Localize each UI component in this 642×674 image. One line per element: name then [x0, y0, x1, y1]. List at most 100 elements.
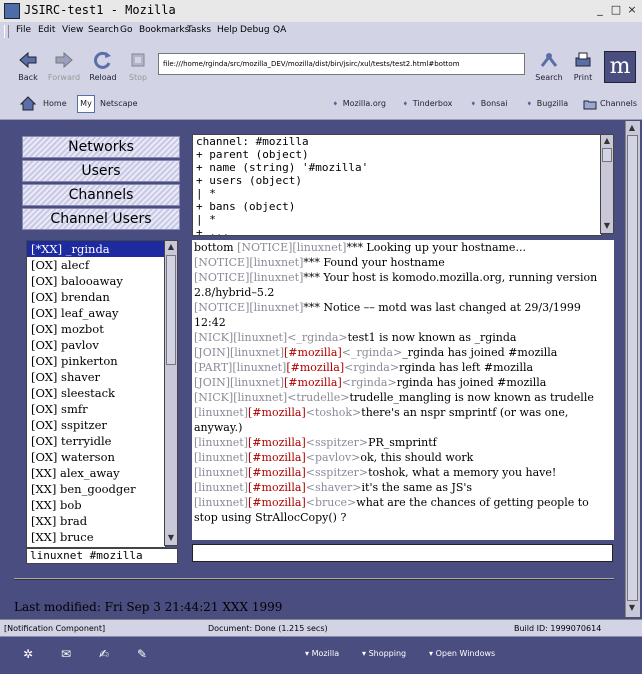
list-item[interactable]: [XX] bruce — [27, 529, 165, 545]
message-nick: <_rginda> — [287, 331, 348, 344]
message-input[interactable] — [192, 544, 613, 562]
app-icon[interactable] — [4, 3, 20, 19]
scroll-thumb[interactable] — [166, 255, 176, 365]
menu-debug[interactable]: Debug — [240, 25, 270, 35]
reload-icon — [94, 51, 111, 69]
menu-go[interactable]: Go — [120, 25, 132, 35]
message-text: rginda has left #mozilla — [399, 361, 534, 374]
scroll-thumb[interactable] — [627, 135, 638, 601]
mail-icon[interactable]: ✉ — [58, 647, 74, 661]
channels-folder[interactable]: Channels — [600, 99, 637, 108]
print-button[interactable]: Print — [566, 51, 600, 82]
message-network: [PART][linuxnet] — [194, 361, 287, 374]
menu-grip[interactable] — [4, 25, 9, 38]
list-item[interactable]: [OX] mozbot — [27, 321, 165, 337]
scroll-up-icon[interactable]: ▲ — [602, 136, 612, 146]
search-button[interactable]: Search — [532, 51, 566, 82]
message-line: [NOTICE][linuxnet]*** Found your hostnam… — [192, 255, 614, 270]
mozilla-logo[interactable]: m — [604, 51, 636, 83]
scroll-down-icon[interactable]: ▼ — [166, 533, 176, 543]
composer-icon[interactable]: ✍ — [96, 647, 112, 661]
networks-button[interactable]: Networks — [22, 136, 180, 158]
back-button[interactable]: Back — [11, 51, 45, 82]
message-channel: [#mozilla] — [248, 436, 306, 449]
message-text: it's the same as JS's — [361, 481, 473, 494]
forward-button[interactable]: Forward — [47, 51, 81, 82]
personal-toolbar: Home My Netscape ➧ Mozilla.org ➧ Tinderbox… — [0, 89, 642, 120]
taskbar-shopping[interactable]: ▾ Shopping — [362, 649, 406, 658]
scroll-up-icon[interactable]: ▲ — [166, 242, 176, 252]
stop-button[interactable]: Stop — [121, 51, 155, 82]
main-scrollbar[interactable]: ▲ ▼ — [625, 121, 640, 617]
menu-edit[interactable]: Edit — [38, 25, 55, 35]
taskbar-open-windows[interactable]: ▾ Open Windows — [429, 649, 495, 658]
list-item[interactable]: [XX] alex_away — [27, 465, 165, 481]
message-line: [linuxnet][#mozilla]<sspitzer>toshok, wh… — [192, 465, 614, 480]
list-item[interactable]: [XX] bob — [27, 497, 165, 513]
menu-help[interactable]: Help — [217, 25, 238, 35]
list-item[interactable]: [OX] shaver — [27, 369, 165, 385]
message-channel: [#mozilla] — [248, 451, 306, 464]
status-bar: [Notification Component] Document: Done … — [0, 619, 642, 637]
list-item[interactable]: [OX] sspitzer — [27, 417, 165, 433]
list-item[interactable]: [OX] alecf — [27, 257, 165, 273]
list-item[interactable]: [OX] pinkerton — [27, 353, 165, 369]
message-network: [linuxnet] — [194, 406, 249, 419]
list-item[interactable]: [OX] terryidle — [27, 433, 165, 449]
bookmark-mozilla-org[interactable]: ➧ Mozilla.org — [332, 99, 386, 108]
user-list-scrollbar[interactable]: ▲ ▼ — [164, 240, 178, 546]
menu-tasks[interactable]: Tasks — [187, 25, 211, 35]
taskbar-mozilla[interactable]: ▾ Mozilla — [305, 649, 339, 658]
list-item[interactable]: [OX] waterson — [27, 449, 165, 465]
list-item[interactable]: [OX] pavlov — [27, 337, 165, 353]
bookmark-bugzilla[interactable]: ➧ Bugzilla — [526, 99, 568, 108]
message-line: [linuxnet][#mozilla]<toshok>there's an n… — [192, 405, 614, 435]
object-inspector[interactable]: channel: #mozilla + parent (object) + name… — [192, 134, 602, 236]
channels-button[interactable]: Channels — [22, 184, 180, 206]
message-line: [JOIN][linuxnet][#mozilla]<rginda>rginda… — [192, 375, 614, 390]
list-item[interactable]: [OX] sleestack — [27, 385, 165, 401]
close-icon[interactable]: × — [626, 4, 638, 16]
menu-bookmarks[interactable]: Bookmarks — [139, 25, 189, 35]
list-item[interactable]: [*XX] _rginda — [27, 241, 165, 257]
back-arrow-icon — [19, 51, 37, 69]
scroll-thumb[interactable] — [602, 148, 612, 162]
scroll-up-icon[interactable]: ▲ — [627, 123, 637, 133]
menu-file[interactable]: File — [16, 25, 31, 35]
reload-button[interactable]: Reload — [86, 51, 120, 82]
list-item[interactable]: [XX] brad — [27, 513, 165, 529]
bookmark-tinderbox[interactable]: ➧ Tinderbox — [402, 99, 452, 108]
user-list[interactable]: [*XX] _rginda [OX] alecf [OX] balooaway [OX… — [26, 240, 166, 548]
minimize-icon[interactable]: _ — [594, 4, 606, 16]
menu-qa[interactable]: QA — [273, 25, 286, 35]
navigator-icon[interactable]: ✲ — [20, 647, 36, 661]
pencil-icon[interactable]: ✎ — [134, 647, 150, 661]
list-item[interactable]: [OX] balooaway — [27, 273, 165, 289]
maximize-icon[interactable]: □ — [610, 4, 622, 16]
bookmark-bonsai[interactable]: ➧ Bonsai — [470, 99, 507, 108]
message-nick: <toshok> — [305, 406, 362, 419]
list-item[interactable]: [OX] leaf_away — [27, 305, 165, 321]
url-field[interactable]: file:///home/rginda/src/mozilla_DEV/mozi… — [158, 53, 525, 75]
home-icon[interactable] — [20, 96, 36, 111]
menu-view[interactable]: View — [62, 25, 83, 35]
netscape-link[interactable]: Netscape — [100, 99, 138, 108]
home-link[interactable]: Home — [43, 99, 67, 108]
menu-search[interactable]: Search — [88, 25, 119, 35]
list-item[interactable]: [OX] smfr — [27, 401, 165, 417]
object-scrollbar[interactable]: ▲ ▼ — [600, 134, 614, 234]
my-netscape-icon[interactable]: My — [77, 95, 95, 113]
list-item[interactable]: [OX] brendan — [27, 289, 165, 305]
scroll-down-icon[interactable]: ▼ — [602, 221, 612, 231]
channel-users-button[interactable]: Channel Users — [22, 208, 180, 230]
message-line: [NOTICE][linuxnet]*** Your host is komod… — [192, 270, 614, 300]
message-text: *** Looking up your hostname... — [346, 241, 526, 254]
message-text: trudelle_mangling is now known as trudel… — [349, 391, 594, 404]
scroll-down-icon[interactable]: ▼ — [627, 603, 637, 613]
message-network: [linuxnet] — [194, 496, 249, 509]
menu-bar: File Edit View Search Go Bookmarks Tasks… — [0, 22, 642, 42]
list-item[interactable]: [XX] ben_goodger — [27, 481, 165, 497]
message-channel: [#mozilla] — [248, 406, 306, 419]
message-line: [linuxnet][#mozilla]<pavlov>ok, this sho… — [192, 450, 614, 465]
users-button[interactable]: Users — [22, 160, 180, 182]
